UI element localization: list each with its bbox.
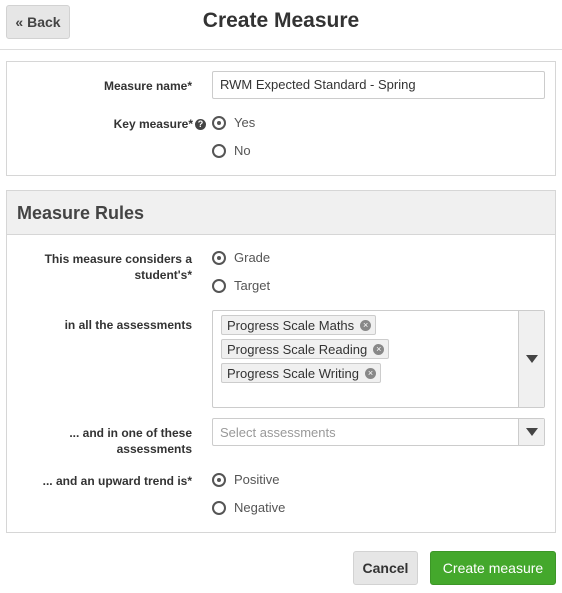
radio-checked-icon [212,250,226,265]
trend-label-text: ... and an upward trend is [42,474,188,488]
radio-key-measure-no[interactable]: No [212,143,251,158]
radio-key-measure-yes[interactable]: Yes [212,115,255,130]
radio-considers-grade[interactable]: Grade [212,250,270,265]
radio-unchecked-icon [212,278,226,293]
header: « Back Create Measure [0,0,562,50]
create-measure-button[interactable]: Create measure [430,551,556,585]
radio-considers-target[interactable]: Target [212,278,270,293]
required-marker: * [187,268,192,282]
chevron-down-icon [525,355,538,363]
dropdown-toggle[interactable] [518,419,544,445]
radio-unchecked-icon [212,500,226,515]
chevron-down-icon [525,428,538,436]
key-measure-label: Key measure*? [20,116,206,132]
all-assessments-label: in all the assessments [64,318,192,332]
radio-label: Positive [234,472,280,487]
assessment-tag: Progress Scale Maths × [221,315,377,335]
considers-label-text: This measure considers a student's [44,252,192,282]
measure-name-label: Measure name* [20,78,192,94]
radio-label: No [234,143,251,158]
dropdown-toggle[interactable] [518,311,544,407]
tag-label: Progress Scale Writing [227,365,359,381]
radio-checked-icon [212,115,226,130]
radio-label: Yes [234,115,256,130]
one-of-assessments-select[interactable]: Select assessments [212,418,545,446]
select-placeholder: Select assessments [220,425,336,440]
radio-label: Grade [234,250,271,265]
page-title: Create Measure [202,9,360,32]
measure-name-input[interactable]: RWM Expected Standard - Spring [212,71,545,99]
radio-unchecked-icon [212,143,226,158]
assessment-tag: Progress Scale Writing × [221,363,381,383]
remove-tag-icon[interactable]: × [364,367,376,379]
assessment-tag: Progress Scale Reading × [221,339,390,359]
considers-label: This measure considers a student's* [20,251,192,283]
required-marker: * [188,117,193,131]
key-measure-label-text: Key measure [113,117,189,131]
one-of-assessments-label: ... and in one of these assessments [69,426,192,456]
measure-name-label-text: Measure name [103,79,188,93]
radio-label: Target [234,278,271,293]
radio-checked-icon [212,472,226,487]
remove-tag-icon[interactable]: × [360,319,372,331]
tag-label: Progress Scale Reading [227,341,368,357]
radio-label: Negative [234,500,286,515]
required-marker: * [187,79,192,93]
radio-trend-positive[interactable]: Positive [212,472,280,487]
required-marker: * [187,474,192,488]
radio-trend-negative[interactable]: Negative [212,500,285,515]
cancel-button[interactable]: Cancel [353,551,418,585]
trend-label: ... and an upward trend is* [20,473,192,489]
all-assessments-select[interactable]: Progress Scale Maths × Progress Scale Re… [212,310,545,408]
remove-tag-icon[interactable]: × [373,343,385,355]
tag-label: Progress Scale Maths [227,317,355,333]
help-icon[interactable]: ? [195,119,206,130]
measure-rules-title: Measure Rules [7,191,555,235]
